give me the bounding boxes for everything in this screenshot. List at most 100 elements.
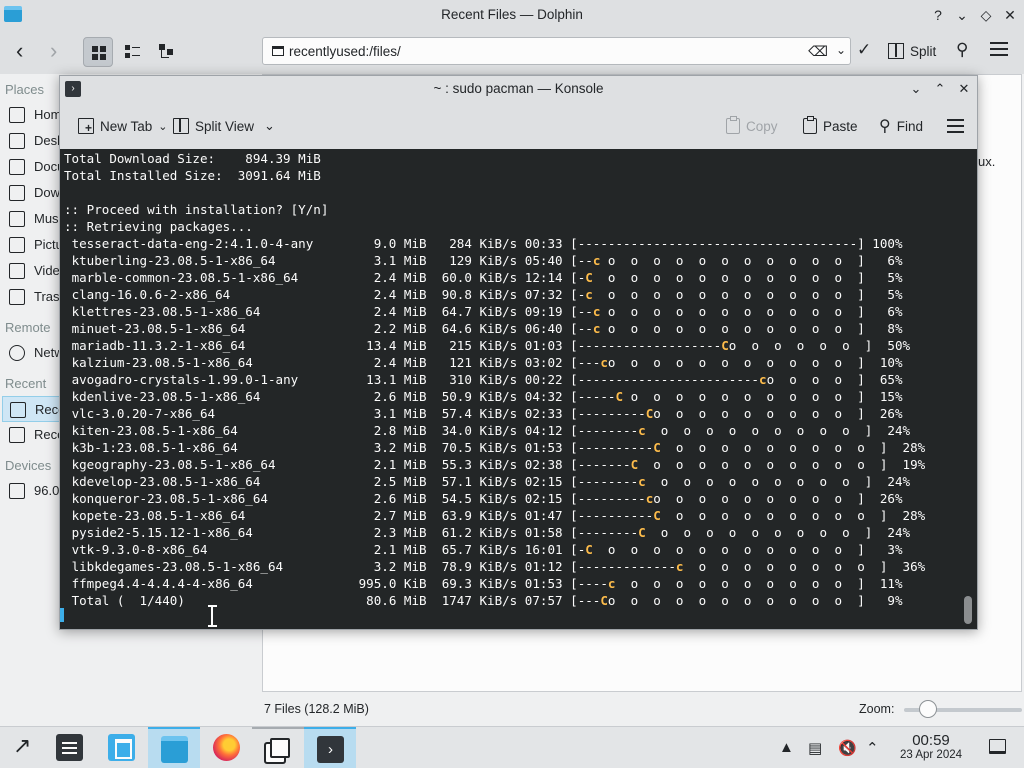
copy-button[interactable]: Copy bbox=[726, 116, 778, 136]
konsole-window-title: ~ : sudo pacman — Konsole bbox=[433, 81, 604, 96]
pkg-size: 2.8 MiB bbox=[373, 423, 427, 438]
maximize-icon[interactable]: ◇ bbox=[976, 5, 996, 25]
split-view-button[interactable]: Split View ⌄ bbox=[173, 116, 275, 136]
pkg-percent: 8% bbox=[887, 321, 903, 336]
paste-button[interactable]: Paste bbox=[803, 116, 858, 136]
pkg-size: 9.0 MiB bbox=[373, 236, 427, 251]
hamburger-menu-icon[interactable] bbox=[947, 119, 964, 133]
minimize-icon[interactable]: ⌄ bbox=[906, 79, 926, 99]
dolphin-titlebar[interactable]: Recent Files — Dolphin ? ⌄ ◇ ✕ bbox=[0, 0, 1024, 30]
progress-bar-segment: o o o o o o o o o o o ] bbox=[600, 304, 865, 319]
pkg-size: 2.4 MiB bbox=[373, 287, 427, 302]
back-icon[interactable]: ‹ bbox=[16, 40, 23, 62]
split-view-icon bbox=[173, 118, 189, 134]
pkg-name: avogadro-crystals-1.99.0-1-any bbox=[71, 372, 299, 387]
tree-view-button[interactable] bbox=[151, 37, 181, 67]
pkg-rate: 63.9 KiB/s bbox=[441, 508, 518, 523]
package-progress-line: vlc-3.0.20-7-x86_64 3.1 MiB 57.4 KiB/s 0… bbox=[64, 405, 964, 422]
updates-icon[interactable]: ▲ bbox=[779, 739, 794, 756]
hamburger-menu-icon[interactable] bbox=[990, 42, 1008, 56]
chevron-down-icon[interactable]: ⌄ bbox=[836, 43, 846, 57]
zoom-slider-handle[interactable] bbox=[918, 700, 937, 718]
pkg-rate: 90.8 KiB/s bbox=[441, 287, 518, 302]
progress-pacman: C bbox=[630, 457, 639, 472]
pkg-percent: 9% bbox=[887, 593, 903, 608]
chevron-down-icon: ⌄ bbox=[264, 118, 275, 133]
volume-muted-icon[interactable]: 🔇 bbox=[838, 739, 857, 757]
window-overview-task[interactable] bbox=[252, 727, 304, 768]
minimize-icon[interactable]: ⌄ bbox=[952, 5, 972, 25]
progress-bar-segment: o o o o o o ] bbox=[728, 338, 873, 353]
dolphin-window-title: Recent Files — Dolphin bbox=[441, 7, 583, 22]
pkg-eta: 01:53 bbox=[524, 440, 563, 455]
close-icon[interactable]: ✕ bbox=[954, 79, 974, 99]
konsole-titlebar[interactable]: › ~ : sudo pacman — Konsole ⌄ ⌃ ✕ bbox=[60, 76, 977, 102]
maximize-icon[interactable]: ⌃ bbox=[930, 79, 950, 99]
taskbar: › ▲ ▤ 🔇 ⌃ 00:59 23 Apr 2024 bbox=[0, 726, 1024, 768]
pkg-percent: 26% bbox=[879, 406, 903, 421]
pkg-size: 2.1 MiB bbox=[373, 542, 427, 557]
pkg-name: marble-common-23.08.5-1-x86_64 bbox=[71, 270, 299, 285]
checkmark-icon[interactable]: ✓ bbox=[857, 40, 871, 60]
split-label: Split bbox=[910, 43, 937, 59]
pkg-percent: 6% bbox=[887, 304, 903, 319]
pkg-size: 995.0 KiB bbox=[358, 576, 427, 591]
progress-bar-segment: [---- bbox=[570, 576, 608, 591]
progress-bar-segment: [--------- bbox=[570, 406, 646, 421]
location-bar[interactable]: recentlyused:/files/ ⌫ ⌄ bbox=[262, 37, 851, 65]
package-progress-line: minuet-23.08.5-1-x86_64 2.2 MiB 64.6 KiB… bbox=[64, 320, 964, 337]
clock-date[interactable]: 23 Apr 2024 bbox=[890, 749, 972, 761]
help-icon[interactable]: ? bbox=[928, 5, 948, 25]
konsole-window: › ~ : sudo pacman — Konsole ⌄ ⌃ ✕ New Ta… bbox=[59, 75, 978, 630]
drive-icon bbox=[9, 483, 25, 499]
package-progress-line: vtk-9.3.0-8-x86_64 2.1 MiB 65.7 KiB/s 16… bbox=[64, 541, 964, 558]
location-path[interactable]: recentlyused:/files/ bbox=[289, 44, 401, 59]
firefox-task[interactable] bbox=[200, 727, 252, 768]
clipboard-icon[interactable]: ▤ bbox=[808, 739, 822, 757]
find-button[interactable]: ⚲ Find bbox=[879, 116, 923, 136]
progress-pacman: C bbox=[585, 542, 593, 557]
pkg-size: 2.7 MiB bbox=[373, 508, 427, 523]
system-settings-task[interactable] bbox=[43, 727, 95, 768]
pkg-eta: 05:40 bbox=[524, 253, 563, 268]
pkg-eta: 01:58 bbox=[524, 525, 563, 540]
split-icon bbox=[888, 43, 904, 59]
konsole-task[interactable]: › bbox=[304, 727, 356, 768]
progress-bar-segment: o o o o o o o o o ] bbox=[653, 491, 865, 506]
tray-expand-icon[interactable]: ⌃ bbox=[866, 739, 879, 757]
progress-bar-segment: [-------- bbox=[570, 525, 639, 540]
search-icon[interactable]: ⚲ bbox=[956, 40, 968, 60]
clear-icon[interactable]: ⌫ bbox=[808, 43, 828, 60]
package-progress-line: konqueror-23.08.5-1-x86_64 2.6 MiB 54.5 … bbox=[64, 490, 964, 507]
scrollbar[interactable] bbox=[964, 596, 972, 624]
progress-bar-segment: o o o o ] bbox=[766, 372, 865, 387]
new-tab-button[interactable]: New Tab ⌄ bbox=[78, 116, 168, 136]
package-progress-line: klettres-23.08.5-1-x86_64 2.4 MiB 64.7 K… bbox=[64, 303, 964, 320]
progress-pacman: C bbox=[600, 593, 608, 608]
pkg-size: 3.1 MiB bbox=[373, 406, 427, 421]
icons-view-button[interactable] bbox=[83, 37, 113, 67]
progress-pacman: c bbox=[585, 287, 593, 302]
show-desktop-icon[interactable] bbox=[989, 739, 1006, 754]
clock-time[interactable]: 00:59 bbox=[900, 732, 962, 749]
split-button[interactable]: Split bbox=[888, 37, 936, 65]
package-progress-line: ffmpeg4.4-4.4.4-4-x86_64 995.0 KiB 69.3 … bbox=[64, 575, 964, 592]
pkg-rate: 64.6 KiB/s bbox=[441, 321, 518, 336]
package-progress-line: kalzium-23.08.5-1-x86_64 2.4 MiB 121 KiB… bbox=[64, 354, 964, 371]
terminal-output: Total Download Size: 894.39 MiB Total In… bbox=[64, 150, 964, 609]
pkg-name: kalzium-23.08.5-1-x86_64 bbox=[71, 355, 253, 370]
pkg-eta: 01:53 bbox=[524, 576, 563, 591]
forward-icon[interactable]: › bbox=[50, 40, 57, 62]
progress-pacman: c bbox=[638, 423, 646, 438]
terminal-view[interactable]: Total Download Size: 894.39 MiB Total In… bbox=[60, 149, 977, 629]
dolphin-task[interactable] bbox=[148, 727, 200, 768]
discover-task[interactable] bbox=[95, 727, 147, 768]
pkg-rate: 69.3 KiB/s bbox=[441, 576, 518, 591]
pkg-eta: 09:19 bbox=[524, 304, 563, 319]
details-view-button[interactable] bbox=[117, 37, 147, 67]
progress-bar-segment: [---------- bbox=[570, 508, 654, 523]
close-icon[interactable]: ✕ bbox=[1000, 5, 1020, 25]
pkg-size: 2.6 MiB bbox=[373, 491, 427, 506]
pkg-eta: 04:32 bbox=[524, 389, 563, 404]
pkg-eta: 01:47 bbox=[524, 508, 563, 523]
